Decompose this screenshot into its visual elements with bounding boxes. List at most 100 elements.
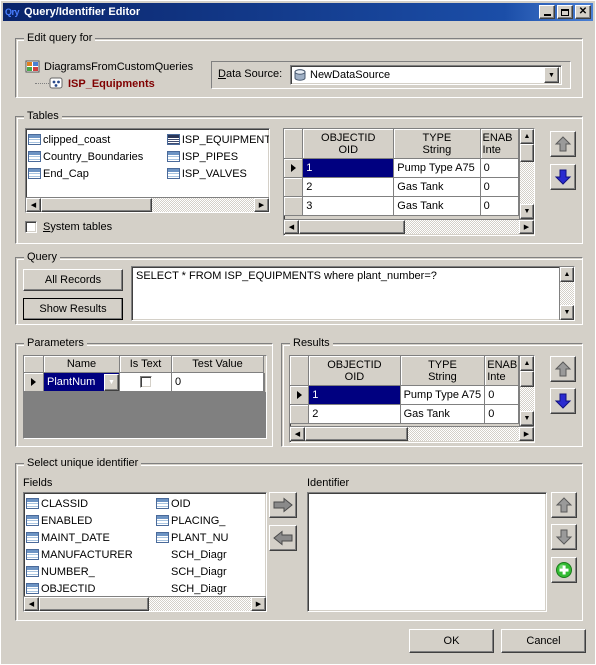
list-item[interactable]: SCH_Diagr [154,580,266,596]
cell-type[interactable]: Gas Tank [400,405,486,424]
list-item[interactable]: CLASSID [24,495,154,512]
results-vertical-scrollbar[interactable]: ▲ ▼ [519,356,534,426]
list-item[interactable]: ISP_PIPES [165,148,269,165]
cancel-button[interactable]: Cancel [501,629,586,653]
cell-enabled[interactable]: 0 [480,178,519,197]
new-identifier-button[interactable] [551,557,577,583]
scroll-down-button[interactable]: ▼ [560,305,574,320]
scroll-left-button[interactable]: ◀ [26,198,41,212]
data-source-combo[interactable]: NewDataSource ▼ [290,65,562,85]
table-row[interactable]: 1 Pump Type A75 0 [284,159,519,178]
identifier-move-up-button[interactable] [551,492,577,518]
list-item[interactable]: Country_Boundaries [26,148,165,165]
scroll-track[interactable] [520,144,534,204]
list-item[interactable]: NUMBER_ [24,563,154,580]
sql-vertical-scrollbar[interactable]: ▲ ▼ [559,267,574,320]
identifier-move-down-button[interactable] [551,524,577,550]
maximize-button[interactable] [557,5,573,19]
remove-identifier-button[interactable] [269,525,297,551]
scroll-left-button[interactable]: ◀ [284,220,299,234]
preview-grid-vertical-scrollbar[interactable]: ▲ ▼ [519,129,534,219]
preview-move-up-button[interactable] [550,131,576,157]
preview-grid-horizontal-scrollbar[interactable]: ◀ ▶ [284,219,534,234]
tables-listbox[interactable]: clipped_coast Country_Boundaries End_Cap… [25,128,270,213]
scroll-right-button[interactable]: ▶ [251,597,266,611]
cell-parameter-name[interactable]: PlantNum ▼ [44,373,120,392]
list-item[interactable]: OBJECTID [24,580,154,597]
sql-text[interactable]: SELECT * FROM ISP_EQUIPMENTS where plant… [132,267,559,320]
parameters-grid[interactable]: Name Is Text Test Value PlantNum ▼ 0 [23,355,267,439]
cell-type[interactable]: Gas Tank [394,197,481,216]
sql-textarea[interactable]: SELECT * FROM ISP_EQUIPMENTS where plant… [131,266,575,321]
scroll-right-button[interactable]: ▶ [519,220,534,234]
list-item[interactable]: End_Cap [26,165,165,182]
fields-horizontal-scrollbar[interactable]: ◀ ▶ [24,596,266,611]
cell-test-value[interactable]: 0 [172,373,264,392]
cell-enabled[interactable]: 0 [485,386,519,405]
cell-enabled[interactable]: 0 [485,405,519,424]
close-button[interactable]: ✕ [575,5,591,19]
preview-move-down-button[interactable] [550,164,576,190]
scroll-track[interactable] [299,220,519,234]
scroll-right-button[interactable]: ▶ [254,198,269,212]
scroll-left-button[interactable]: ◀ [290,427,305,441]
list-item[interactable]: OID [154,495,266,512]
cell-type[interactable]: Pump Type A75 [394,159,481,178]
list-item[interactable]: PLACING_ [154,512,266,529]
list-item[interactable]: PLANT_NU [154,529,266,546]
scroll-track[interactable] [305,427,519,441]
list-item[interactable]: ISP_VALVES [165,165,269,182]
parameter-name-dropdown-arrow[interactable]: ▼ [104,373,119,391]
cell-type[interactable]: Pump Type A75 [400,386,486,405]
tree-child-node[interactable]: ISP_Equipments [35,75,205,92]
results-grid[interactable]: OBJECTID OID TYPE String ENAB Inte 1 Pum… [289,355,535,443]
cell-objectid[interactable]: 2 [303,178,395,197]
cell-enabled[interactable]: 0 [480,159,519,178]
results-horizontal-scrollbar[interactable]: ◀ ▶ [290,426,534,441]
results-move-up-button[interactable] [550,356,576,382]
list-item[interactable]: clipped_coast [26,131,165,148]
show-results-button[interactable]: Show Results [23,298,123,320]
system-tables-checkbox[interactable] [25,221,37,233]
ok-button[interactable]: OK [409,629,494,653]
scroll-right-button[interactable]: ▶ [519,427,534,441]
cell-is-text[interactable] [120,373,172,392]
cell-type[interactable]: Gas Tank [394,178,481,197]
list-item-selected[interactable]: ISP_EQUIPMENTS [165,131,269,148]
table-row[interactable]: 2 Gas Tank 0 [290,405,519,424]
list-item[interactable]: ENABLED [24,512,154,529]
all-records-button[interactable]: All Records [23,269,123,291]
scroll-track[interactable] [39,597,251,611]
system-tables-checkbox-row[interactable]: System tables [25,221,112,233]
table-row[interactable]: PlantNum ▼ 0 [24,373,266,392]
add-identifier-button[interactable] [269,492,297,518]
minimize-button[interactable] [539,5,555,19]
scroll-down-button[interactable]: ▼ [520,204,534,219]
table-row[interactable]: 2 Gas Tank 0 [284,178,519,197]
list-item[interactable]: MANUFACTURER [24,546,154,563]
is-text-checkbox[interactable] [139,376,152,388]
scroll-up-button[interactable]: ▲ [560,267,574,282]
scroll-left-button[interactable]: ◀ [24,597,39,611]
scroll-down-button[interactable]: ▼ [520,411,534,426]
identifier-listbox[interactable] [307,492,547,612]
fields-listbox[interactable]: CLASSID ENABLED MAINT_DATE MANUFACTURER … [23,492,267,612]
cell-objectid[interactable]: 1 [309,386,401,405]
list-item[interactable]: SCH_Diagr [154,546,266,563]
scroll-track[interactable] [520,371,534,411]
results-move-down-button[interactable] [550,388,576,414]
data-source-dropdown-arrow[interactable]: ▼ [544,67,559,83]
table-row[interactable]: 3 Gas Tank 0 [284,197,519,216]
scroll-up-button[interactable]: ▲ [520,129,534,144]
cell-objectid[interactable]: 1 [303,159,395,178]
tree-root-node[interactable]: DiagramsFromCustomQueries [25,59,205,75]
scroll-track[interactable] [560,282,574,305]
preview-grid[interactable]: OBJECTID OID TYPE String ENAB Inte 1 Pum… [283,128,535,236]
list-item[interactable]: MAINT_DATE [24,529,154,546]
scroll-track[interactable] [41,198,254,212]
table-row[interactable]: 1 Pump Type A75 0 [290,386,519,405]
cell-objectid[interactable]: 2 [309,405,401,424]
cell-objectid[interactable]: 3 [303,197,395,216]
cell-enabled[interactable]: 0 [480,197,519,216]
list-item[interactable]: SCH_Diagr [154,563,266,580]
